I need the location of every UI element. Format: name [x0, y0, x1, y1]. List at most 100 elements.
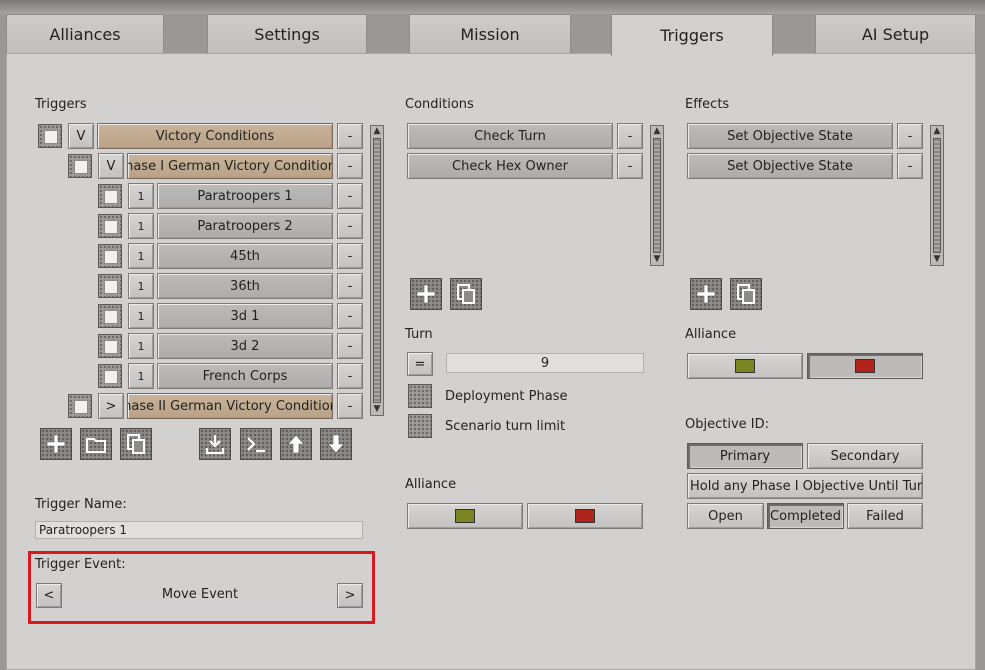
trigger-enable-checkbox[interactable]	[98, 274, 122, 298]
condition-alliance-green-button[interactable]	[407, 503, 523, 529]
trigger-item[interactable]: Paratroopers 1	[157, 183, 333, 209]
deployment-phase-checkbox[interactable]	[408, 384, 432, 408]
trigger-toggle-button[interactable]: 1	[128, 273, 154, 299]
add-trigger-button[interactable]	[40, 428, 72, 460]
trigger-item[interactable]: French Corps	[157, 363, 333, 389]
turn-value-input[interactable]: 9	[446, 353, 644, 373]
trigger-enable-checkbox[interactable]	[68, 154, 92, 178]
trigger-group[interactable]: Phase II German Victory Conditions	[127, 393, 333, 419]
trigger-item[interactable]: 36th	[157, 273, 333, 299]
effects-scrollbar[interactable]: ▲ ▼	[930, 125, 944, 266]
effect-alliance-green-button[interactable]	[687, 353, 803, 379]
turn-operator-button[interactable]: =	[407, 352, 433, 376]
scroll-down-icon[interactable]: ▼	[371, 404, 383, 415]
secondary-button[interactable]: Secondary	[807, 443, 923, 469]
condition-alliance-red-button[interactable]	[527, 503, 643, 529]
trigger-toggle-button[interactable]: 1	[128, 333, 154, 359]
trigger-enable-checkbox[interactable]	[98, 184, 122, 208]
effect-alliance-red-button[interactable]	[807, 353, 923, 379]
trigger-item[interactable]: 3d 2	[157, 333, 333, 359]
trigger-name-input[interactable]: Paratroopers 1	[35, 521, 363, 539]
arrow-down-icon	[327, 434, 345, 454]
tab-settings[interactable]: Settings	[207, 14, 367, 54]
conditions-scrollbar[interactable]: ▲ ▼	[650, 125, 664, 266]
remove-trigger-button[interactable]: -	[337, 213, 363, 239]
scroll-up-icon[interactable]: ▲	[931, 126, 943, 137]
copy-trigger-button[interactable]	[120, 428, 152, 460]
add-condition-button[interactable]	[410, 278, 442, 310]
trigger-enable-checkbox[interactable]	[98, 364, 122, 388]
remove-trigger-button[interactable]: -	[337, 333, 363, 359]
trigger-toggle-button[interactable]: 1	[128, 243, 154, 269]
scroll-up-icon[interactable]: ▲	[371, 126, 383, 137]
trigger-toggle-button[interactable]: >	[98, 393, 124, 419]
condition-item[interactable]: Check Turn	[407, 123, 613, 149]
remove-effect-button[interactable]: -	[897, 123, 923, 149]
add-folder-button[interactable]	[80, 428, 112, 460]
trigger-enable-checkbox[interactable]	[98, 334, 122, 358]
add-effect-button[interactable]	[690, 278, 722, 310]
remove-trigger-button[interactable]: -	[337, 183, 363, 209]
alliance-red-swatch	[575, 509, 595, 523]
copy-condition-button[interactable]	[450, 278, 482, 310]
primary-button[interactable]: Primary	[687, 443, 803, 469]
copy-effect-button[interactable]	[730, 278, 762, 310]
remove-trigger-button[interactable]: -	[337, 153, 363, 179]
remove-trigger-button[interactable]: -	[337, 123, 363, 149]
trigger-item[interactable]: Paratroopers 2	[157, 213, 333, 239]
copy-icon	[457, 284, 475, 304]
scroll-thumb[interactable]	[653, 138, 661, 253]
trigger-item[interactable]: 45th	[157, 243, 333, 269]
arrow-up-icon	[287, 434, 305, 454]
state-open-button[interactable]: Open	[687, 503, 764, 529]
alliance-green-swatch	[735, 359, 755, 373]
trigger-toggle-button[interactable]: 1	[128, 183, 154, 209]
tab-mission[interactable]: Mission	[409, 14, 571, 54]
trigger-group[interactable]: Phase I German Victory Conditions	[127, 153, 333, 179]
trigger-enable-checkbox[interactable]	[98, 244, 122, 268]
state-completed-button[interactable]: Completed	[767, 503, 844, 529]
scenario-turn-limit-checkbox[interactable]	[408, 414, 432, 438]
remove-trigger-button[interactable]: -	[337, 363, 363, 389]
tab-triggers[interactable]: Triggers	[611, 14, 773, 56]
remove-trigger-button[interactable]: -	[337, 303, 363, 329]
tab-alliances[interactable]: Alliances	[6, 14, 164, 54]
remove-effect-button[interactable]: -	[897, 153, 923, 179]
trigger-toggle-button[interactable]: 1	[128, 213, 154, 239]
move-up-button[interactable]	[280, 428, 312, 460]
scroll-thumb[interactable]	[373, 138, 381, 403]
remove-trigger-button[interactable]: -	[337, 393, 363, 419]
effect-item[interactable]: Set Objective State	[687, 153, 893, 179]
scroll-down-icon[interactable]: ▼	[931, 254, 943, 265]
trigger-toggle-button[interactable]: V	[68, 123, 94, 149]
scroll-down-icon[interactable]: ▼	[651, 254, 663, 265]
trigger-enable-checkbox[interactable]	[38, 124, 62, 148]
trigger-toggle-button[interactable]: 1	[128, 363, 154, 389]
trigger-list-scrollbar[interactable]: ▲ ▼	[370, 125, 384, 416]
objective-selector[interactable]: Hold any Phase I Objective Until Turn 9	[687, 473, 923, 499]
remove-trigger-button[interactable]: -	[337, 273, 363, 299]
condition-alliance-label: Alliance	[405, 477, 457, 492]
remove-trigger-button[interactable]: -	[337, 243, 363, 269]
turn-label: Turn	[405, 327, 433, 342]
alliance-green-swatch	[455, 509, 475, 523]
trigger-enable-checkbox[interactable]	[98, 214, 122, 238]
trigger-toggle-button[interactable]: 1	[128, 303, 154, 329]
trigger-group[interactable]: Victory Conditions	[97, 123, 333, 149]
scroll-up-icon[interactable]: ▲	[651, 126, 663, 137]
state-failed-button[interactable]: Failed	[847, 503, 923, 529]
remove-condition-button[interactable]: -	[617, 153, 643, 179]
remove-condition-button[interactable]: -	[617, 123, 643, 149]
scroll-thumb[interactable]	[933, 138, 941, 253]
effect-item[interactable]: Set Objective State	[687, 123, 893, 149]
trigger-item[interactable]: 3d 1	[157, 303, 333, 329]
import-button[interactable]	[199, 428, 231, 460]
move-down-button[interactable]	[320, 428, 352, 460]
trigger-enable-checkbox[interactable]	[68, 394, 92, 418]
condition-item[interactable]: Check Hex Owner	[407, 153, 613, 179]
folder-icon	[86, 438, 106, 453]
tab-ai-setup[interactable]: AI Setup	[815, 14, 976, 54]
trigger-enable-checkbox[interactable]	[98, 304, 122, 328]
script-button[interactable]	[240, 428, 272, 460]
trigger-toggle-button[interactable]: V	[98, 153, 124, 179]
